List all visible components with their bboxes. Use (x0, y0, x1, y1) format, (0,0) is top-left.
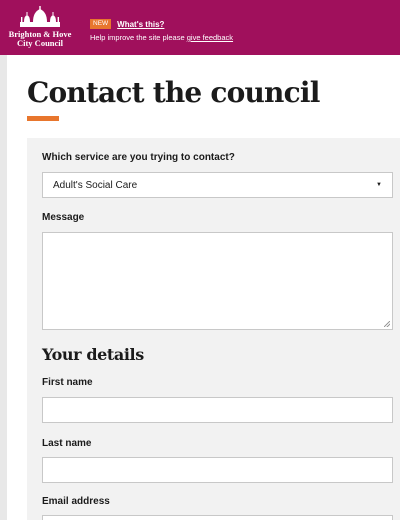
first-name-field[interactable] (42, 397, 393, 423)
service-select[interactable]: Adult's Social Care ▼ (42, 172, 393, 198)
logo-line-2: City Council (16, 38, 64, 48)
message-label: Message (42, 212, 85, 223)
council-logo[interactable]: Brighton & Hove City Council (4, 6, 76, 52)
beta-banner: NEW What's this? (90, 19, 164, 29)
last-name-field[interactable] (42, 457, 393, 483)
feedback-text: Help improve the site please (90, 33, 185, 42)
last-name-label: Last name (42, 438, 92, 449)
service-label: Which service are you trying to contact? (42, 152, 235, 163)
email-field[interactable] (42, 515, 393, 520)
email-label: Email address (42, 496, 110, 507)
feedback-message: Help improve the site please give feedba… (90, 33, 233, 42)
whats-this-link[interactable]: What's this? (117, 20, 164, 29)
page-title: Contact the council (27, 76, 320, 109)
logo-text: Brighton & Hove City Council (4, 30, 76, 48)
your-details-heading: Your details (42, 345, 144, 364)
give-feedback-link[interactable]: give feedback (187, 33, 233, 42)
first-name-label: First name (42, 377, 93, 388)
dropdown-caret-icon: ▼ (376, 182, 382, 188)
site-header: Brighton & Hove City Council NEW What's … (0, 0, 400, 55)
title-accent-bar (27, 116, 59, 121)
left-rail (0, 55, 7, 520)
resize-handle-icon[interactable] (384, 321, 390, 327)
message-textarea[interactable] (42, 232, 393, 330)
service-select-value: Adult's Social Care (53, 179, 138, 191)
new-badge: NEW (90, 19, 112, 29)
pavilion-icon (20, 6, 60, 27)
